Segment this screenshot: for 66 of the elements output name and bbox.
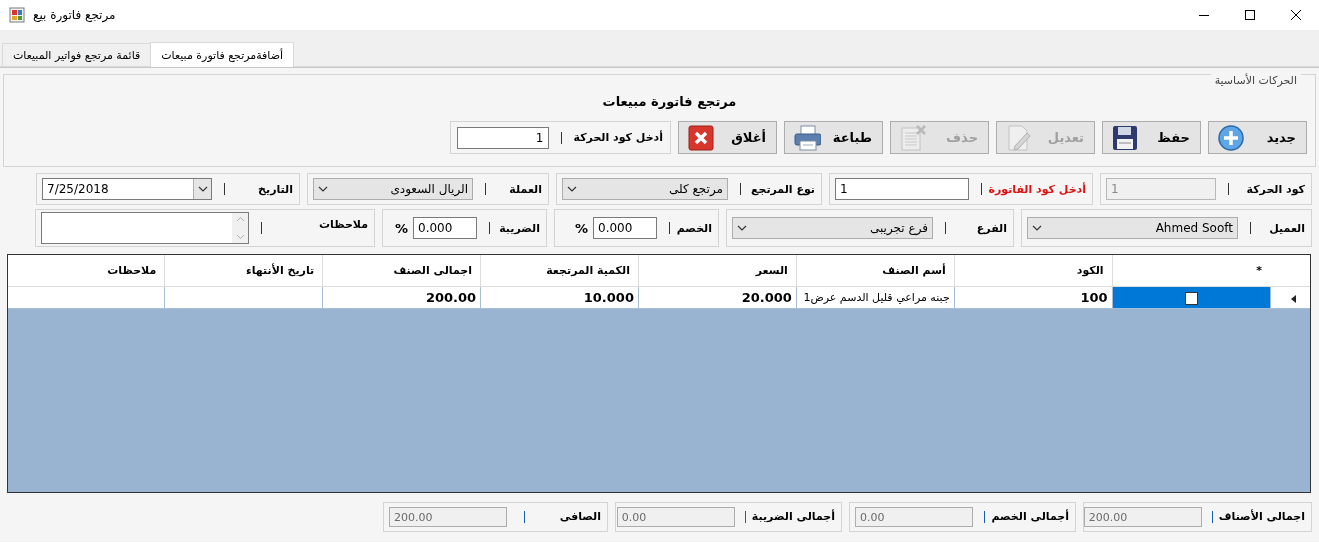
plus-icon: [1217, 123, 1245, 152]
text-field[interactable]: 1: [456, 126, 549, 149]
close-icon: [687, 123, 715, 152]
caret-icon: [318, 184, 328, 194]
new-button[interactable]: جديد: [1208, 121, 1307, 154]
column-header[interactable]: *: [1112, 255, 1270, 287]
field-label: العميل: [1268, 221, 1305, 235]
number-field[interactable]: 0.000: [593, 217, 657, 239]
window-title: مرتجع فاتورة بيع: [33, 8, 117, 22]
column-header[interactable]: الكمية المرتجعة: [480, 255, 639, 287]
table-cell: 200.00: [322, 286, 481, 309]
scroll-down-icon: [235, 234, 245, 240]
field-label: كود الحركة: [1245, 182, 1305, 196]
form-heading: مرتجع فاتورة مبيعات: [601, 94, 738, 111]
tab[interactable]: أضافةمرتجع فاتورة مبيعات: [150, 42, 295, 67]
field-label: أدخل كود الحركة: [573, 131, 663, 144]
field-label: أدخل كود الفاتورة: [988, 182, 1086, 196]
print-button[interactable]: طباعة: [784, 121, 883, 154]
close-button[interactable]: أغلاق: [678, 121, 777, 154]
notes-field[interactable]: [41, 212, 249, 244]
field-label: الخصم: [676, 221, 712, 235]
field-label: نوع المرتجع: [749, 182, 815, 196]
column-header[interactable]: اجمالى الصنف: [322, 255, 481, 287]
dropdown[interactable]: Ahmed Sooft: [1027, 217, 1238, 239]
column-header[interactable]: ملاحظات: [8, 255, 165, 287]
column-header[interactable]: السعر: [638, 255, 797, 287]
table-cell: 20.000: [638, 286, 797, 309]
percent-sign: %: [574, 220, 588, 236]
tab[interactable]: قائمة مرتجع فواتير المبيعات: [2, 43, 152, 66]
field-label: ملاحظات: [318, 218, 368, 231]
field-label: العملة: [508, 182, 542, 196]
dropdown[interactable]: الريال السعودى: [313, 178, 473, 200]
number-field[interactable]: 0.000: [413, 217, 477, 239]
printer-icon: [793, 123, 821, 152]
checkbox-cell[interactable]: [1112, 286, 1270, 309]
caret-icon: [1032, 223, 1042, 233]
dropdown[interactable]: فرع تجريبى: [732, 217, 933, 239]
save-button[interactable]: حفظ: [1102, 121, 1201, 154]
column-header[interactable]: الكود: [954, 255, 1113, 287]
percent-sign: %: [394, 220, 408, 236]
close-icon[interactable]: [1290, 9, 1302, 21]
maximize-icon[interactable]: [1244, 9, 1256, 21]
field-label: الفرع: [975, 221, 1007, 235]
field-label: اجمالى الأصناف: [1218, 509, 1305, 525]
pencil-page-icon: [1005, 123, 1033, 152]
date-picker[interactable]: 7/25/2018: [42, 178, 212, 200]
field-label: أجمالى الضريبة: [751, 509, 835, 525]
dropdown[interactable]: مرتجع كلى: [562, 178, 728, 200]
caret-icon: [567, 184, 577, 194]
caret-icon: [737, 223, 747, 233]
text-field[interactable]: 1: [835, 178, 970, 200]
group-title: الحركات الأساسية: [1210, 74, 1301, 87]
column-header[interactable]: تاريخ الأنتهاء: [164, 255, 323, 287]
field-label: الضريبة: [498, 221, 540, 235]
app-icon: [9, 7, 25, 23]
table-cell: 100: [954, 286, 1113, 309]
table-cell: جبنه مراعي قليل الدسم عرض1: [796, 286, 955, 309]
scroll-up-icon: [235, 216, 245, 222]
page-cross-icon: [899, 123, 927, 152]
field-label: الصافى: [558, 509, 601, 525]
table-cell: 10.000: [480, 286, 639, 309]
field-label: أجمالى الخصم: [991, 509, 1069, 525]
caret-icon: [197, 184, 208, 194]
field-label: التاريخ: [257, 182, 293, 196]
column-header[interactable]: أسم الصنف: [796, 255, 955, 287]
checkbox[interactable]: [1184, 292, 1198, 305]
